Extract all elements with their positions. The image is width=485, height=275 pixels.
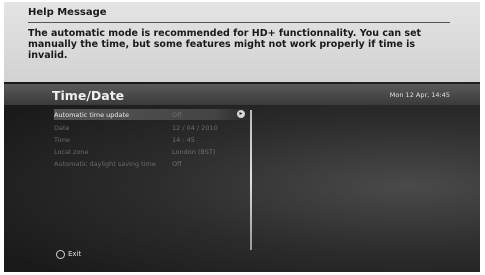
setting-label: Local zone <box>54 148 89 156</box>
clock-display: Mon 12 Apr, 14:45 <box>389 91 450 99</box>
page-title: Time/Date <box>52 88 125 103</box>
help-message-panel: Help Message The automatic mode is recom… <box>4 2 480 82</box>
setting-automatic-daylight-saving-time[interactable]: Automatic daylight saving time Off <box>54 158 254 169</box>
setting-value: 14 : 45 <box>172 136 195 144</box>
setting-time[interactable]: Time 14 : 45 <box>54 134 254 145</box>
setting-label: Automatic daylight saving time <box>54 160 156 168</box>
exit-label: Exit <box>68 250 82 258</box>
setting-label: Time <box>54 136 70 144</box>
setting-local-zone[interactable]: Local zone London (BST) <box>54 146 254 157</box>
setting-date[interactable]: Date 12 / 04 / 2010 <box>54 122 254 133</box>
help-line-2: manually the time, but some features mig… <box>28 39 416 50</box>
help-line-3: invalid. <box>28 50 68 61</box>
panel-divider <box>250 110 252 250</box>
right-arrow-icon[interactable]: ▸ <box>237 110 245 118</box>
setting-label: Automatic time update <box>54 111 130 119</box>
setting-value: Off <box>172 160 182 168</box>
menu-header: Time/Date Mon 12 Apr, 14:45 <box>4 84 480 105</box>
tv-screen: Help Message The automatic mode is recom… <box>4 2 480 272</box>
setting-automatic-time-update[interactable]: Automatic time update Off ▸ <box>54 109 254 120</box>
setting-value: Off <box>172 111 182 119</box>
setting-value: 12 / 04 / 2010 <box>172 124 218 132</box>
setting-label: Date <box>54 124 70 132</box>
help-message-text: The automatic mode is recommended for HD… <box>28 28 456 61</box>
help-message-title: Help Message <box>28 7 107 18</box>
exit-button-icon[interactable] <box>56 250 65 259</box>
help-line-1: The automatic mode is recommended for HD… <box>28 28 422 39</box>
help-divider <box>28 22 450 23</box>
time-date-menu: Time/Date Mon 12 Apr, 14:45 Automatic ti… <box>4 82 480 272</box>
setting-value: London (BST) <box>172 148 216 156</box>
